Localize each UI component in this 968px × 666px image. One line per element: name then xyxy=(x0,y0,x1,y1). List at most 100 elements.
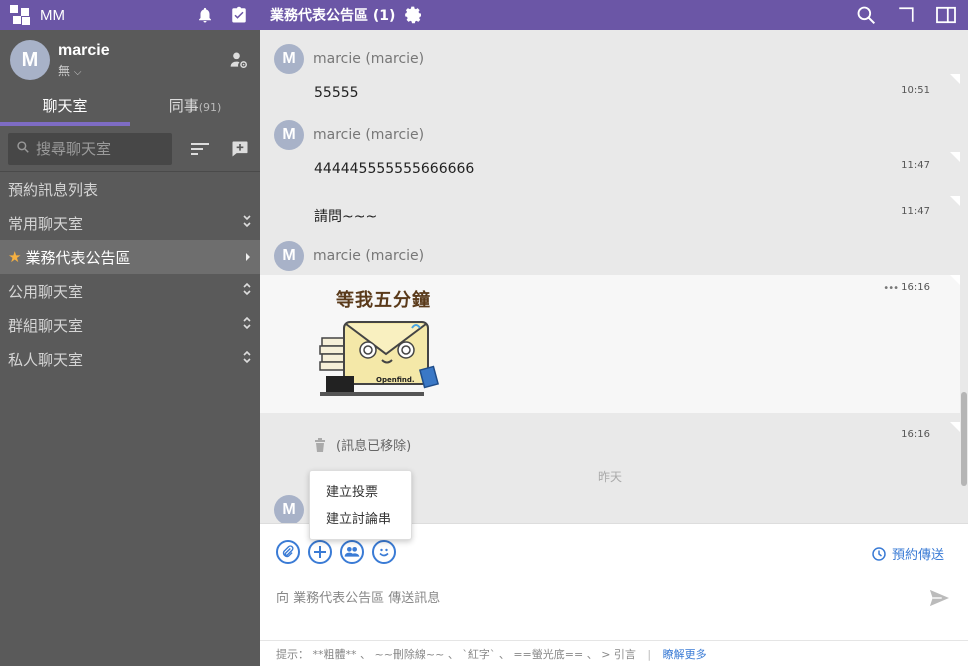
sidebar-item-label: 業務代表公告區 xyxy=(25,248,131,267)
trash-icon xyxy=(314,437,326,452)
chevron-right-icon xyxy=(244,248,252,266)
tab-label: 聊天室 xyxy=(42,97,88,115)
message-corner xyxy=(950,196,960,206)
search-icon xyxy=(16,140,30,158)
message-list: M marcie (marcie) 55555 10:51 M marcie (… xyxy=(260,30,960,523)
avatar: M xyxy=(274,44,304,74)
tab-label: 同事 xyxy=(168,97,199,115)
search-row xyxy=(0,126,260,172)
star-icon: ★ xyxy=(8,248,22,266)
sticker-brand: Openfind. xyxy=(376,376,415,384)
clock-icon xyxy=(872,546,886,561)
sidebar-item-private[interactable]: 私人聊天室 xyxy=(0,342,260,376)
user-name: marcie xyxy=(58,41,110,59)
message-time: 11:47 xyxy=(901,206,930,217)
chat-panel: 業務代表公告區 (1) M marcie (marcie) 55555 10:5… xyxy=(260,0,968,666)
sidebar-item-public[interactable]: 公用聊天室 xyxy=(0,274,260,308)
search-input[interactable] xyxy=(36,139,156,158)
message-header: M marcie (marcie) xyxy=(274,241,424,271)
composer: 預約傳送 提示： **粗體** 、 ~~刪除線~~ 、 `紅字` 、 ==螢光底… xyxy=(260,523,968,666)
sidebar: MM M marcie 無 ⌵ 聊天室 同事(91) 搜尋聊天室 預約訊息列表 … xyxy=(0,0,260,666)
sidebar-item-label: 預約訊息列表 xyxy=(8,180,99,199)
add-chat-icon[interactable] xyxy=(230,139,250,159)
message-header: M marcie (marcie) xyxy=(274,120,424,150)
add-icon[interactable] xyxy=(308,540,332,564)
sidebar-item-label: 公用聊天室 xyxy=(8,282,84,301)
create-poll-item[interactable]: 建立投票 xyxy=(310,479,411,506)
task-icon[interactable] xyxy=(228,4,250,26)
app-name: MM xyxy=(40,6,65,24)
app-top-bar: MM xyxy=(0,0,260,30)
chevron-down-icon: ⌵ xyxy=(73,66,82,78)
sidebar-item-group[interactable]: 群組聊天室 xyxy=(0,308,260,342)
group-icon[interactable] xyxy=(340,540,364,564)
emoji-icon[interactable] xyxy=(372,540,396,564)
create-menu-popup: 建立投票 建立討論串 xyxy=(309,470,412,540)
scroll-thumb[interactable] xyxy=(961,392,967,486)
create-thread-item[interactable]: 建立討論串 xyxy=(310,506,411,533)
chat-title: 業務代表公告區 (1) xyxy=(270,8,396,24)
avatar: M xyxy=(274,120,304,150)
colleague-count: (91) xyxy=(198,101,222,114)
user-profile[interactable]: M marcie 無 ⌵ xyxy=(0,30,260,90)
message-time: 16:16 xyxy=(901,282,930,293)
schedule-send-label: 預約傳送 xyxy=(891,548,944,563)
sidebar-list: 預約訊息列表 常用聊天室 ★ 業務代表公告區 公用聊天室 群組聊天室 私人聊天室 xyxy=(0,172,260,376)
sidebar-item-scheduled[interactable]: 預約訊息列表 xyxy=(0,172,260,206)
message-time: 10:51 xyxy=(901,85,930,96)
schedule-send-button[interactable]: 預約傳送 xyxy=(872,544,944,563)
expand-icon[interactable] xyxy=(242,316,252,334)
tab-chatrooms[interactable]: 聊天室 xyxy=(0,90,130,126)
message-corner xyxy=(950,152,960,162)
message-text: 請問~~~ xyxy=(314,209,378,225)
sticker-image: 等我五分鐘 Openfind. xyxy=(318,286,442,406)
app-logo-icon xyxy=(10,5,30,25)
search-box xyxy=(8,132,172,165)
collapse-icon[interactable] xyxy=(242,214,252,232)
more-options-icon[interactable]: ••• xyxy=(883,283,899,294)
message-corner xyxy=(950,422,960,432)
sidebar-item-label: 群組聊天室 xyxy=(8,316,84,335)
deleted-text: (訊息已移除) xyxy=(336,439,412,454)
bell-icon[interactable] xyxy=(194,4,216,26)
composer-toolbar xyxy=(276,540,404,564)
hint-separator: | xyxy=(647,648,652,661)
format-hint: 提示： **粗體** 、 ~~刪除線~~ 、 `紅字` 、 ==螢光底== 、 … xyxy=(260,640,968,666)
message-header: M marcie (marcie) xyxy=(274,44,424,74)
attach-icon[interactable] xyxy=(276,540,300,564)
send-icon[interactable] xyxy=(928,588,950,608)
settings-icon[interactable] xyxy=(403,5,423,25)
status-label: 無 xyxy=(58,63,71,78)
expand-icon[interactable] xyxy=(894,3,918,27)
user-settings-icon[interactable] xyxy=(228,49,250,71)
sidebar-item-label: 私人聊天室 xyxy=(8,350,84,369)
message-corner xyxy=(950,275,960,285)
avatar: M xyxy=(274,495,304,523)
learn-more-link[interactable]: 瞭解更多 xyxy=(663,648,707,661)
avatar: M xyxy=(10,40,50,80)
sidebar-item-favorites[interactable]: 常用聊天室 xyxy=(0,206,260,240)
sort-icon[interactable] xyxy=(190,141,210,157)
deleted-message: (訊息已移除) xyxy=(314,435,411,454)
message-input[interactable] xyxy=(276,590,928,606)
search-icon[interactable] xyxy=(854,3,878,27)
message-input-row xyxy=(276,588,950,608)
message-text: 444445555555666666 xyxy=(314,161,475,177)
status-selector[interactable]: 無 ⌵ xyxy=(58,62,228,79)
scrollbar[interactable] xyxy=(960,30,968,523)
message-time: 11:47 xyxy=(901,160,930,171)
layout-icon[interactable] xyxy=(934,3,958,27)
avatar: M xyxy=(274,241,304,271)
sender-name: marcie (marcie) xyxy=(313,127,425,143)
sender-name: marcie (marcie) xyxy=(313,248,425,264)
tab-colleagues[interactable]: 同事(91) xyxy=(130,90,260,126)
message-text: 55555 xyxy=(314,85,359,101)
sender-name: marcie (marcie) xyxy=(313,51,425,67)
expand-icon[interactable] xyxy=(242,350,252,368)
expand-icon[interactable] xyxy=(242,282,252,300)
format-hint-text: 提示： **粗體** 、 ~~刪除線~~ 、 `紅字` 、 ==螢光底== 、 … xyxy=(276,648,636,661)
message-corner xyxy=(950,74,960,84)
message-time: 16:16 xyxy=(901,429,930,440)
sidebar-tabs: 聊天室 同事(91) xyxy=(0,90,260,126)
sidebar-item-sales-board[interactable]: ★ 業務代表公告區 xyxy=(0,240,260,274)
